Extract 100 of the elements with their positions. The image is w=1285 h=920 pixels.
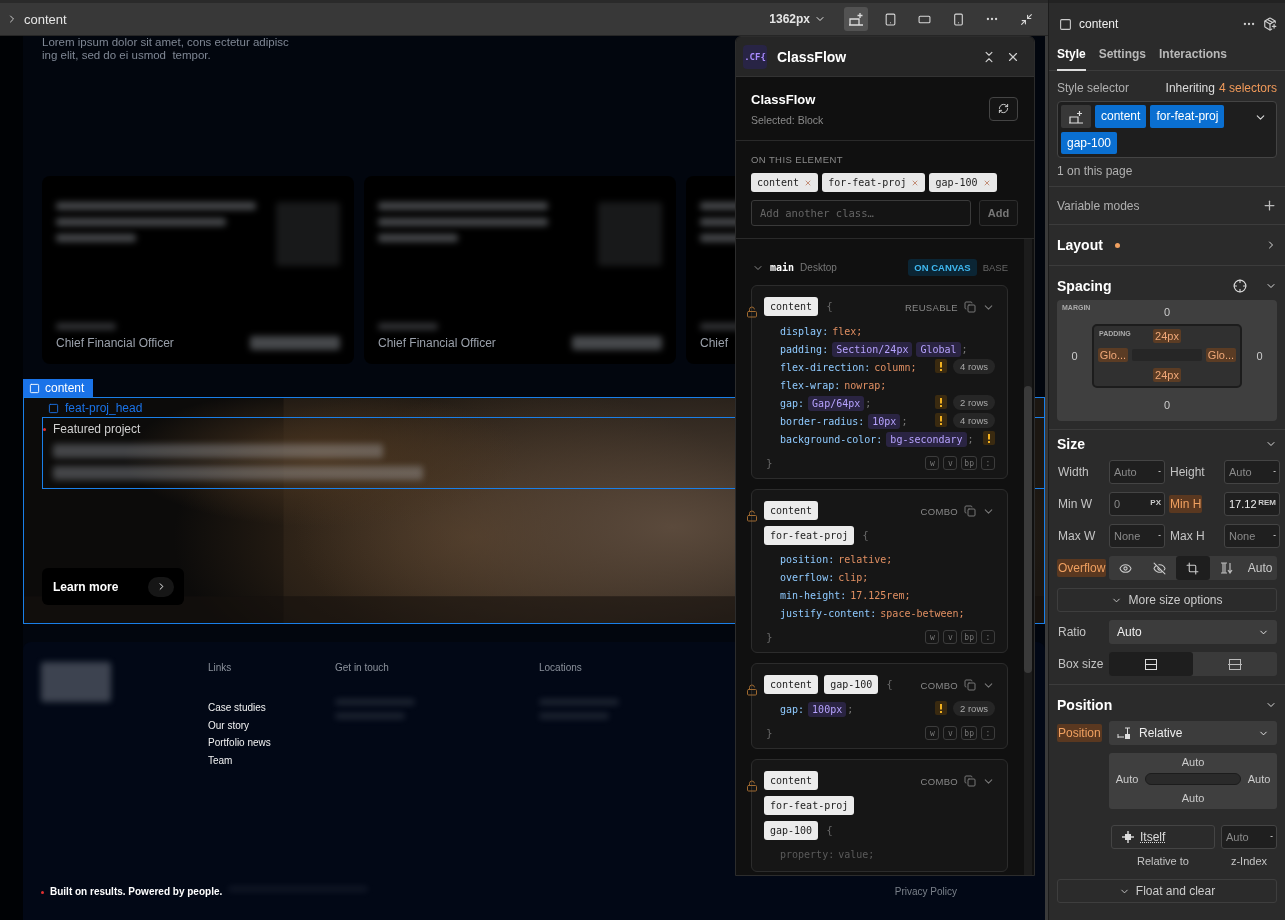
lock-open-icon[interactable] — [746, 780, 758, 792]
tab[interactable]: Style — [1057, 39, 1086, 71]
ratio-select[interactable]: Auto — [1109, 620, 1277, 644]
variable-token[interactable]: 10px — [868, 414, 901, 429]
more-size-options-button[interactable]: More size options — [1057, 588, 1277, 612]
padding-value[interactable]: 24px — [1153, 329, 1181, 343]
tab[interactable]: Interactions — [1159, 39, 1228, 71]
offset-value[interactable]: Auto — [1181, 792, 1205, 804]
lock-open-icon[interactable] — [746, 510, 758, 522]
selector-count[interactable]: 4 selectors — [1218, 81, 1277, 95]
selection-info: Selected: Block — [751, 113, 824, 126]
variable-token[interactable]: Section/24px — [832, 342, 913, 357]
rule-tool-button[interactable]: bp — [961, 726, 977, 740]
add-button[interactable]: Add — [979, 200, 1018, 226]
selector-chip[interactable]: content — [764, 297, 819, 316]
selector-chip[interactable]: for-feat-proj — [764, 526, 855, 545]
variable-token[interactable]: Gap/64px — [808, 396, 865, 411]
footer-link[interactable]: Case studies — [208, 699, 335, 717]
selector-field[interactable]: content for-feat-proj gap-100 — [1057, 101, 1277, 158]
copy-icon[interactable] — [964, 505, 976, 517]
offset-value[interactable]: Auto — [1115, 773, 1139, 785]
semicolon: ; — [967, 433, 974, 447]
section-title[interactable]: Layout — [1057, 237, 1103, 253]
offset-value[interactable]: Auto — [1181, 756, 1205, 768]
rule-tool-button[interactable]: v — [943, 456, 958, 470]
rule-tool-button[interactable]: w — [925, 726, 940, 740]
relative-to-button[interactable]: Itself — [1111, 825, 1215, 849]
padding-value[interactable]: Glo... — [1097, 348, 1129, 362]
rows-badge[interactable]: 4 rows — [953, 413, 995, 428]
refresh-button[interactable] — [989, 96, 1018, 121]
breadcrumb[interactable]: content — [24, 11, 67, 27]
position-select[interactable]: Relative — [1109, 721, 1277, 745]
copy-icon[interactable] — [964, 301, 976, 313]
rule-tool-button[interactable]: : — [981, 456, 995, 470]
rows-badge[interactable]: 4 rows — [953, 359, 995, 374]
copy-icon[interactable] — [964, 775, 976, 787]
rule-tool-button[interactable]: w — [925, 456, 940, 470]
rule-tool-button[interactable]: : — [981, 726, 995, 740]
margin-value[interactable]: 0 — [1256, 350, 1263, 362]
class-input[interactable]: Add another class… — [751, 200, 971, 226]
component-button[interactable] — [1263, 17, 1277, 31]
padding-value[interactable]: 24px — [1153, 368, 1181, 382]
class-chip[interactable]: for-feat-proj — [1150, 105, 1225, 128]
class-chip[interactable]: content — [1095, 105, 1147, 128]
position-icon — [1117, 727, 1131, 739]
rule-tool-button[interactable]: v — [943, 726, 958, 740]
lock-open-icon[interactable] — [746, 684, 758, 696]
job-title: Chief Financial Officer — [378, 336, 496, 350]
box-size-option[interactable] — [1109, 652, 1193, 676]
remove-icon[interactable] — [804, 178, 813, 187]
footer-link[interactable]: Our story — [208, 716, 335, 734]
selector-chip[interactable]: gap-100 — [764, 821, 819, 840]
class-chip[interactable]: for-feat-proj — [822, 173, 926, 192]
footer-link[interactable]: Portfolio news — [208, 734, 335, 752]
rule-tool-button[interactable]: bp — [961, 630, 977, 644]
selector-chip[interactable]: content — [764, 675, 819, 694]
variable-token[interactable]: bg-secondary — [886, 432, 967, 447]
privacy-link[interactable]: Privacy Policy — [894, 886, 957, 897]
remove-icon[interactable] — [982, 178, 991, 187]
spacing-mode-icon[interactable] — [1233, 279, 1247, 293]
css-property: display: — [780, 325, 829, 339]
section-title[interactable]: Position — [1057, 697, 1113, 713]
add-selector-button[interactable] — [1061, 105, 1091, 128]
padding-value[interactable]: Glo... — [1205, 348, 1237, 362]
toolbar-button[interactable] — [844, 7, 868, 31]
class-chip[interactable]: content — [751, 173, 819, 192]
copy-icon[interactable] — [964, 679, 976, 691]
section-title[interactable]: Spacing — [1057, 278, 1112, 294]
selector-chip[interactable]: content — [764, 501, 819, 520]
class-chip[interactable]: gap-100 — [1061, 132, 1118, 154]
variable-token[interactable]: 100px — [808, 702, 847, 717]
offset-value[interactable]: Auto — [1247, 773, 1271, 785]
remove-icon[interactable] — [911, 178, 920, 187]
variable-token[interactable]: Global — [916, 342, 961, 357]
css-property: background-color: — [780, 433, 883, 447]
tab[interactable]: Settings — [1098, 39, 1147, 71]
rows-badge[interactable]: 2 rows — [953, 701, 995, 716]
rule-tool-button[interactable]: : — [981, 630, 995, 644]
collapse-button[interactable] — [982, 49, 996, 64]
canvas-width-dropdown[interactable]: 1362px — [769, 12, 834, 26]
rows-badge[interactable]: 2 rows — [953, 395, 995, 410]
selector-chip[interactable]: for-feat-proj — [764, 796, 855, 815]
rule-tool-button[interactable]: v — [943, 630, 958, 644]
learn-more-button[interactable]: Learn more — [42, 568, 184, 605]
selector-chip[interactable]: gap-100 — [824, 675, 879, 694]
margin-value[interactable]: 0 — [1163, 306, 1171, 318]
rule-tool-button[interactable]: w — [925, 630, 940, 644]
overflow-option[interactable] — [1176, 556, 1210, 580]
rule-tool-button[interactable]: bp — [961, 456, 977, 470]
margin-value[interactable]: 0 — [1163, 398, 1171, 411]
add-icon[interactable] — [1262, 198, 1277, 213]
margin-value[interactable]: 0 — [1071, 350, 1078, 362]
footer-link[interactable]: Team — [208, 751, 335, 769]
section-title[interactable]: Size — [1057, 436, 1085, 452]
float-and-clear-button[interactable]: Float and clear — [1057, 879, 1277, 903]
add-breakpoint-icon — [848, 11, 864, 27]
scrollbar[interactable] — [1024, 239, 1032, 875]
class-chip[interactable]: gap-100 — [929, 173, 997, 192]
selector-chip[interactable]: content — [764, 771, 819, 790]
lock-open-icon[interactable] — [746, 306, 758, 318]
